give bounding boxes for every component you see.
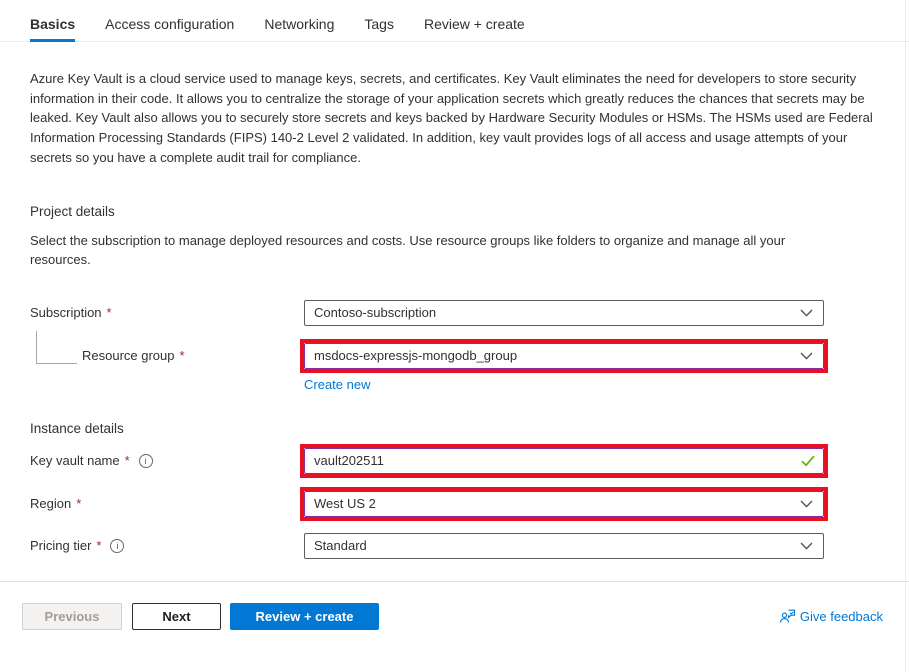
- tab-networking[interactable]: Networking: [264, 16, 334, 41]
- required-asterisk: *: [124, 453, 130, 469]
- give-feedback-link[interactable]: Give feedback: [779, 609, 883, 624]
- region-dropdown[interactable]: West US 2: [304, 490, 824, 517]
- region-label-group: Region *: [30, 496, 300, 511]
- tab-tags[interactable]: Tags: [364, 16, 394, 41]
- give-feedback-label: Give feedback: [799, 608, 883, 624]
- key-vault-name-label-group: Key vault name * i: [30, 453, 300, 468]
- key-vault-name-input[interactable]: [304, 447, 824, 474]
- required-asterisk: *: [76, 496, 82, 512]
- footer-divider: [0, 580, 909, 582]
- subscription-label: Subscription: [30, 305, 102, 321]
- chevron-down-icon: [800, 542, 813, 550]
- pricing-tier-dropdown[interactable]: Standard: [304, 532, 824, 559]
- required-asterisk: *: [106, 305, 112, 321]
- annotation-highlight-key-vault-name: [300, 443, 828, 478]
- previous-button[interactable]: Previous: [22, 602, 122, 630]
- info-icon[interactable]: i: [110, 538, 125, 553]
- subscription-row: Subscription * Contoso-subscription: [30, 299, 909, 326]
- info-icon[interactable]: i: [138, 453, 153, 468]
- intro-text: Azure Key Vault is a cloud service used …: [30, 71, 873, 165]
- next-button[interactable]: Next: [132, 602, 221, 630]
- tab-access-configuration[interactable]: Access configuration: [105, 16, 234, 41]
- pricing-tier-row: Pricing tier * i Standard: [30, 532, 909, 559]
- review-create-button[interactable]: Review + create: [230, 602, 379, 630]
- valid-check-icon: [801, 455, 815, 466]
- window-edge: [905, 0, 906, 672]
- tab-basics[interactable]: Basics: [30, 16, 76, 42]
- region-value: West US 2: [314, 496, 376, 512]
- resource-group-label: Resource group: [82, 348, 175, 364]
- required-asterisk: *: [96, 538, 102, 554]
- pricing-tier-label: Pricing tier: [30, 538, 92, 554]
- key-vault-name-row: Key vault name * i: [30, 443, 909, 478]
- subscription-value: Contoso-subscription: [314, 305, 437, 321]
- footer-bar: Previous Next Review + create Give feedb…: [22, 602, 883, 630]
- region-label: Region: [30, 496, 72, 512]
- chevron-down-icon: [800, 500, 813, 508]
- pricing-tier-value: Standard: [314, 538, 367, 554]
- project-details-description: Select the subscription to manage deploy…: [30, 232, 786, 268]
- pricing-tier-label-group: Pricing tier * i: [30, 538, 300, 553]
- subscription-dropdown[interactable]: Contoso-subscription: [304, 299, 824, 326]
- indent-connector-line: [36, 331, 77, 365]
- key-vault-name-label: Key vault name: [30, 453, 120, 469]
- annotation-highlight-region: West US 2: [300, 486, 828, 521]
- project-details-heading: Project details: [30, 203, 115, 219]
- tab-bar: Basics Access configuration Networking T…: [0, 0, 909, 42]
- instance-details-heading: Instance details: [30, 420, 124, 436]
- tab-review-create[interactable]: Review + create: [424, 16, 525, 41]
- resource-group-value: msdocs-expressjs-mongodb_group: [314, 348, 518, 364]
- basics-form: Subscription * Contoso-subscription Reso…: [30, 299, 909, 559]
- annotation-highlight-resource-group: msdocs-expressjs-mongodb_group: [300, 338, 828, 373]
- chevron-down-icon: [800, 309, 813, 317]
- subscription-label-group: Subscription *: [30, 305, 300, 320]
- create-new-link[interactable]: Create new: [304, 377, 370, 392]
- feedback-icon: [779, 609, 795, 623]
- resource-group-label-group: Resource group *: [30, 331, 300, 365]
- resource-group-dropdown[interactable]: msdocs-expressjs-mongodb_group: [304, 342, 824, 369]
- required-asterisk: *: [179, 348, 185, 364]
- chevron-down-icon: [800, 352, 813, 360]
- resource-group-row: Resource group * msdocs-expressjs-mongod…: [30, 331, 909, 373]
- region-row: Region * West US 2: [30, 486, 909, 521]
